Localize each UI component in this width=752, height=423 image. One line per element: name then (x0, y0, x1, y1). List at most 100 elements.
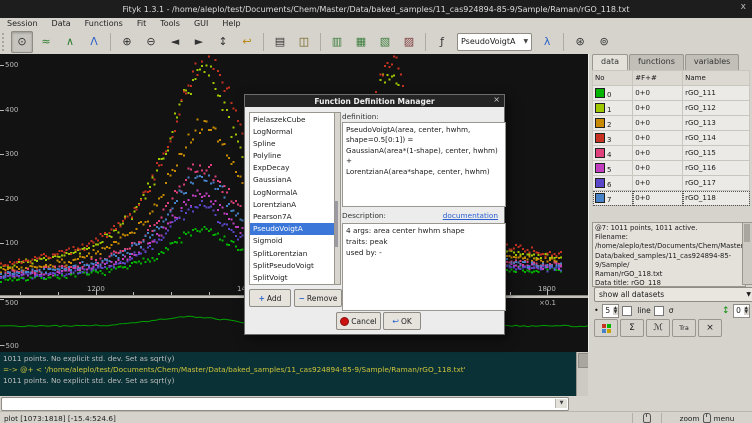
function-item-Pearson7A[interactable]: Pearson7A (250, 211, 334, 223)
dataset-table[interactable]: No#F+#Name00+0rGO_11110+0rGO_11220+0rGO_… (592, 70, 750, 206)
remove-button[interactable]: − Remove (294, 289, 342, 307)
dialog-titlebar[interactable]: Function Definition Manager × (245, 95, 504, 107)
documentation-link[interactable]: documentation (443, 211, 498, 220)
fit-run-icon[interactable]: ⊛ (569, 31, 591, 53)
menu-item-help[interactable]: Help (215, 19, 247, 28)
dataset-row-rGO_114[interactable]: 30+0rGO_114 (593, 131, 750, 146)
function-item-ExpDecay[interactable]: ExpDecay (250, 162, 334, 174)
snapshot-icon[interactable]: ▨ (398, 31, 420, 53)
window-close-button[interactable]: x (741, 2, 746, 12)
stepper-arrows-icon[interactable]: ▲▼ (613, 307, 618, 315)
definition-textarea[interactable]: PseudoVoigtA(area, center, hwhm, shape=0… (342, 122, 506, 207)
dataset-color-swatch[interactable] (595, 148, 605, 158)
dataset-color-swatch[interactable] (595, 88, 605, 98)
zoom-mode-icon[interactable]: ⊙ (11, 31, 33, 53)
dataset-name: rGO_118 (683, 191, 750, 206)
dataset-info-box: @7: 1011 points, 1011 active.Filename: /… (592, 222, 746, 287)
function-list-scrollbar[interactable] (334, 112, 341, 285)
zoom-in-icon[interactable]: ⊕ (116, 31, 138, 53)
dataset-row-rGO_117[interactable]: 60+0rGO_117 (593, 176, 750, 191)
auto-add-peak-icon[interactable]: ƒ (431, 31, 453, 53)
data-range-mode-icon[interactable]: ≈ (35, 31, 57, 53)
table-header-no[interactable]: No (593, 71, 633, 86)
dataset-color-swatch[interactable] (595, 118, 605, 128)
dataset-color-swatch[interactable] (595, 193, 605, 203)
info-scrollbar-thumb[interactable] (744, 224, 750, 242)
cancel-button[interactable]: Cancel (336, 312, 381, 330)
define-function-icon[interactable]: λ (536, 31, 558, 53)
export-plot-icon[interactable]: ▧ (374, 31, 396, 53)
output-console[interactable]: 1011 points. No explicit std. dev. Set a… (0, 352, 594, 400)
sigma-checkbox[interactable] (654, 306, 664, 316)
function-list-scrollbar-thumb[interactable] (335, 201, 338, 247)
dataset-row-rGO_112[interactable]: 10+0rGO_112 (593, 101, 750, 116)
dataset-row-rGO_118[interactable]: 70+0rGO_118 (593, 191, 750, 206)
point-size-stepper[interactable]: 5 ▲▼ (602, 304, 619, 318)
dataset-color-swatch[interactable] (595, 178, 605, 188)
zoom-vertical-icon[interactable]: ↕ (212, 31, 234, 53)
function-item-Spline[interactable]: Spline (250, 137, 334, 149)
open-script-icon[interactable]: ▦ (350, 31, 372, 53)
transform-button[interactable]: Tra (672, 319, 696, 337)
function-item-Polyline[interactable]: Polyline (250, 150, 334, 162)
function-item-LogNormal[interactable]: LogNormal (250, 125, 334, 137)
menu-item-session[interactable]: Session (0, 19, 45, 28)
dataset-color-swatch[interactable] (595, 133, 605, 143)
function-item-SplitLorentzian[interactable]: SplitLorentzian (250, 247, 334, 259)
function-item-PseudoVoigtA[interactable]: PseudoVoigtA (250, 223, 334, 235)
window-titlebar[interactable]: Fityk 1.3.1 - /home/aleplo/test/Document… (0, 0, 752, 18)
zoom-left-icon[interactable]: ◄ (164, 31, 186, 53)
page-setup-icon[interactable]: ▤ (269, 31, 291, 53)
toolbar: ⊙≈∧Λ ⊕⊖◄►↕↩ ▤◫ ▥▦▧▨ ƒPseudoVoigtA▼λ ⊛⊚ (0, 29, 752, 55)
dataset-row-rGO_113[interactable]: 20+0rGO_113 (593, 116, 750, 131)
line-checkbox[interactable] (622, 306, 632, 316)
zoom-out-icon[interactable]: ⊖ (140, 31, 162, 53)
dataset-row-rGO_111[interactable]: 00+0rGO_111 (593, 86, 750, 101)
dataset-row-rGO_115[interactable]: 40+0rGO_115 (593, 146, 750, 161)
command-history-arrow[interactable]: ▼ (555, 399, 567, 408)
function-item-SplitVoigt[interactable]: SplitVoigt (250, 271, 334, 283)
table-header-name[interactable]: Name (683, 71, 750, 86)
info-scrollbar[interactable] (742, 222, 752, 285)
tab-data[interactable]: data (592, 54, 628, 70)
menu-item-gui[interactable]: GUI (187, 19, 215, 28)
command-input[interactable]: ▼ (1, 397, 569, 411)
stepper-arrows-icon[interactable]: ▲▼ (744, 307, 749, 315)
menu-item-functions[interactable]: Functions (78, 19, 130, 28)
function-item-LorentzianA[interactable]: LorentzianA (250, 198, 334, 210)
dataset-number: 3 (593, 131, 633, 146)
function-list[interactable]: PielaszekCubeLogNormalSplinePolylineExpD… (249, 112, 335, 285)
table-header-#f+#[interactable]: #F+# (633, 71, 683, 86)
function-item-PielaszekCube[interactable]: PielaszekCube (250, 113, 334, 125)
color-gradient-button[interactable] (594, 319, 618, 337)
function-item-SplitPseudoVoigt[interactable]: SplitPseudoVoigt (250, 259, 334, 271)
dataset-color-swatch[interactable] (595, 103, 605, 113)
sum-button[interactable]: Σ (620, 319, 644, 337)
zoom-right-icon[interactable]: ► (188, 31, 210, 53)
shift-stepper[interactable]: 0 ▲▼ (733, 304, 750, 318)
add-peak-mode-icon[interactable]: ∧ (59, 31, 81, 53)
std-dev-button[interactable]: ℳ (646, 319, 670, 337)
add-button[interactable]: + Add (249, 289, 291, 307)
menu-item-tools[interactable]: Tools (153, 19, 187, 28)
zoom-previous-icon[interactable]: ↩ (236, 31, 258, 53)
dataset-filter-combo[interactable]: show all datasets ▼ (594, 287, 752, 302)
function-item-Sigmoid[interactable]: Sigmoid (250, 235, 334, 247)
save-session-icon[interactable]: ◫ (293, 31, 315, 53)
function-item-GaussianA[interactable]: GaussianA (250, 174, 334, 186)
dialog-close-button[interactable]: × (493, 95, 500, 104)
fit-settings-icon[interactable]: ⊚ (593, 31, 615, 53)
tab-functions[interactable]: functions (629, 54, 684, 70)
open-data-icon[interactable]: ▥ (326, 31, 348, 53)
function-item-LogNormalA[interactable]: LogNormalA (250, 186, 334, 198)
menu-item-data[interactable]: Data (45, 19, 78, 28)
dataset-row-rGO_116[interactable]: 50+0rGO_116 (593, 161, 750, 176)
menu-item-fit[interactable]: Fit (130, 19, 153, 28)
dataset-color-swatch[interactable] (595, 163, 605, 173)
drag-peak-mode-icon[interactable]: Λ (83, 31, 105, 53)
tab-variables[interactable]: variables (685, 54, 739, 70)
delete-button[interactable]: × (698, 319, 722, 337)
toolbar-handle[interactable] (2, 33, 8, 51)
function-type-combo[interactable]: PseudoVoigtA▼ (457, 33, 532, 51)
ok-button[interactable]: ↩ OK (383, 312, 421, 330)
